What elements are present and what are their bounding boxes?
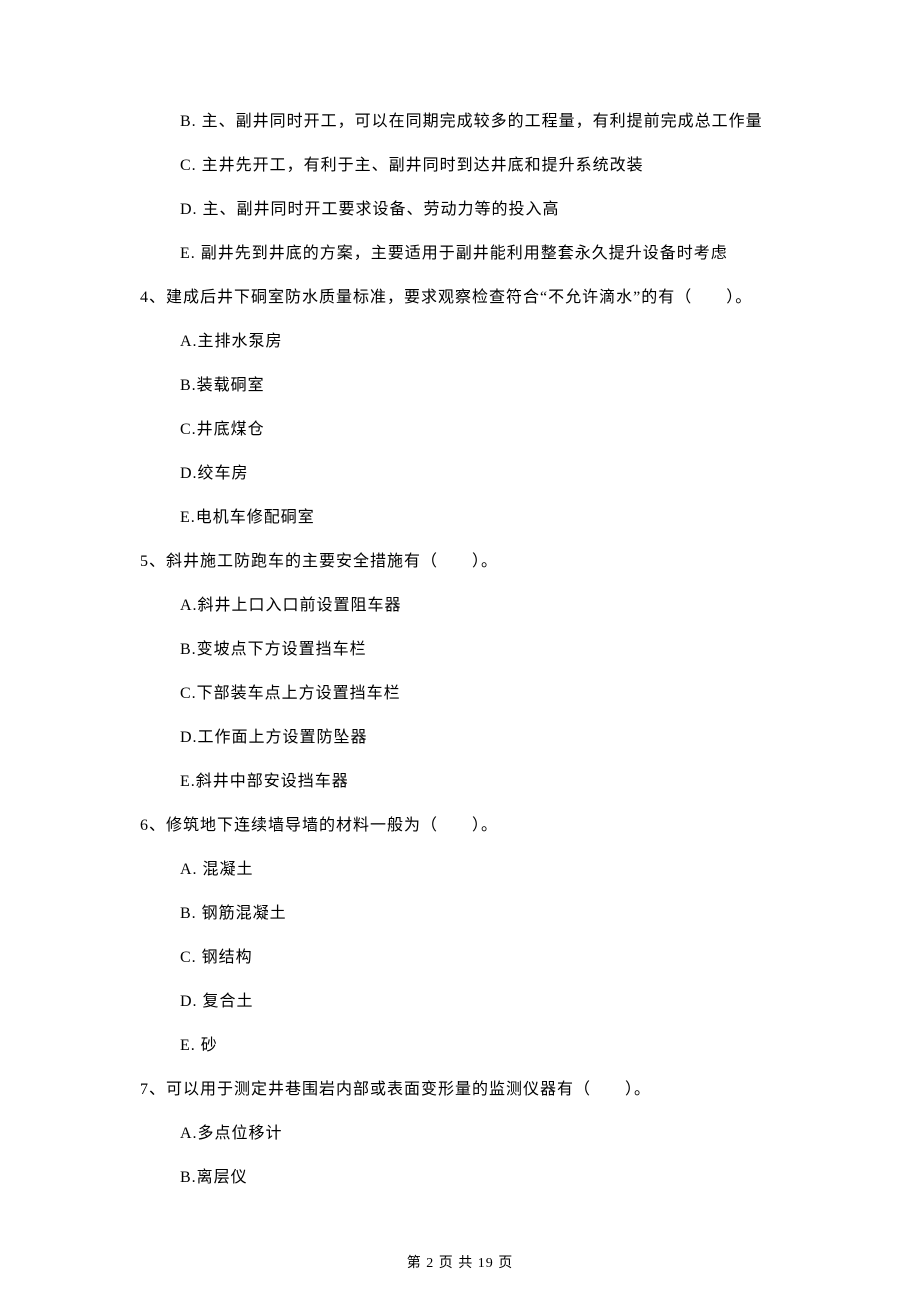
q6-option-a: A. 混凝土 [180, 858, 780, 882]
q6-option-e: E. 砂 [180, 1034, 780, 1058]
q4-option-c: C.井底煤仓 [180, 418, 780, 442]
q5-option-b: B.变坡点下方设置挡车栏 [180, 638, 780, 662]
q4-option-e: E.电机车修配硐室 [180, 506, 780, 530]
q5-option-d: D.工作面上方设置防坠器 [180, 726, 780, 750]
q6-option-d: D. 复合土 [180, 990, 780, 1014]
q6-stem: 6、修筑地下连续墙导墙的材料一般为（ ）。 [140, 814, 780, 838]
page-footer: 第 2 页 共 19 页 [0, 1253, 920, 1274]
q7-stem: 7、可以用于测定井巷围岩内部或表面变形量的监测仪器有（ ）。 [140, 1078, 780, 1102]
q4-stem: 4、建成后井下硐室防水质量标准，要求观察检查符合“不允许滴水”的有（ ）。 [140, 286, 780, 310]
q5-stem: 5、斜井施工防跑车的主要安全措施有（ ）。 [140, 550, 780, 574]
q5-option-e: E.斜井中部安设挡车器 [180, 770, 780, 794]
q5-option-a: A.斜井上口入口前设置阻车器 [180, 594, 780, 618]
q3-option-b: B. 主、副井同时开工，可以在同期完成较多的工程量，有利提前完成总工作量 [180, 110, 780, 134]
q4-option-d: D.绞车房 [180, 462, 780, 486]
q5-option-c: C.下部装车点上方设置挡车栏 [180, 682, 780, 706]
q4-option-a: A.主排水泵房 [180, 330, 780, 354]
q3-option-c: C. 主井先开工，有利于主、副井同时到达井底和提升系统改装 [180, 154, 780, 178]
q7-option-a: A.多点位移计 [180, 1122, 780, 1146]
q6-option-c: C. 钢结构 [180, 946, 780, 970]
q3-option-d: D. 主、副井同时开工要求设备、劳动力等的投入高 [180, 198, 780, 222]
q3-option-e: E. 副井先到井底的方案，主要适用于副井能利用整套永久提升设备时考虑 [180, 242, 780, 266]
q7-option-b: B.离层仪 [180, 1166, 780, 1190]
q6-option-b: B. 钢筋混凝土 [180, 902, 780, 926]
q4-option-b: B.装载硐室 [180, 374, 780, 398]
page: B. 主、副井同时开工，可以在同期完成较多的工程量，有利提前完成总工作量 C. … [0, 0, 920, 1302]
